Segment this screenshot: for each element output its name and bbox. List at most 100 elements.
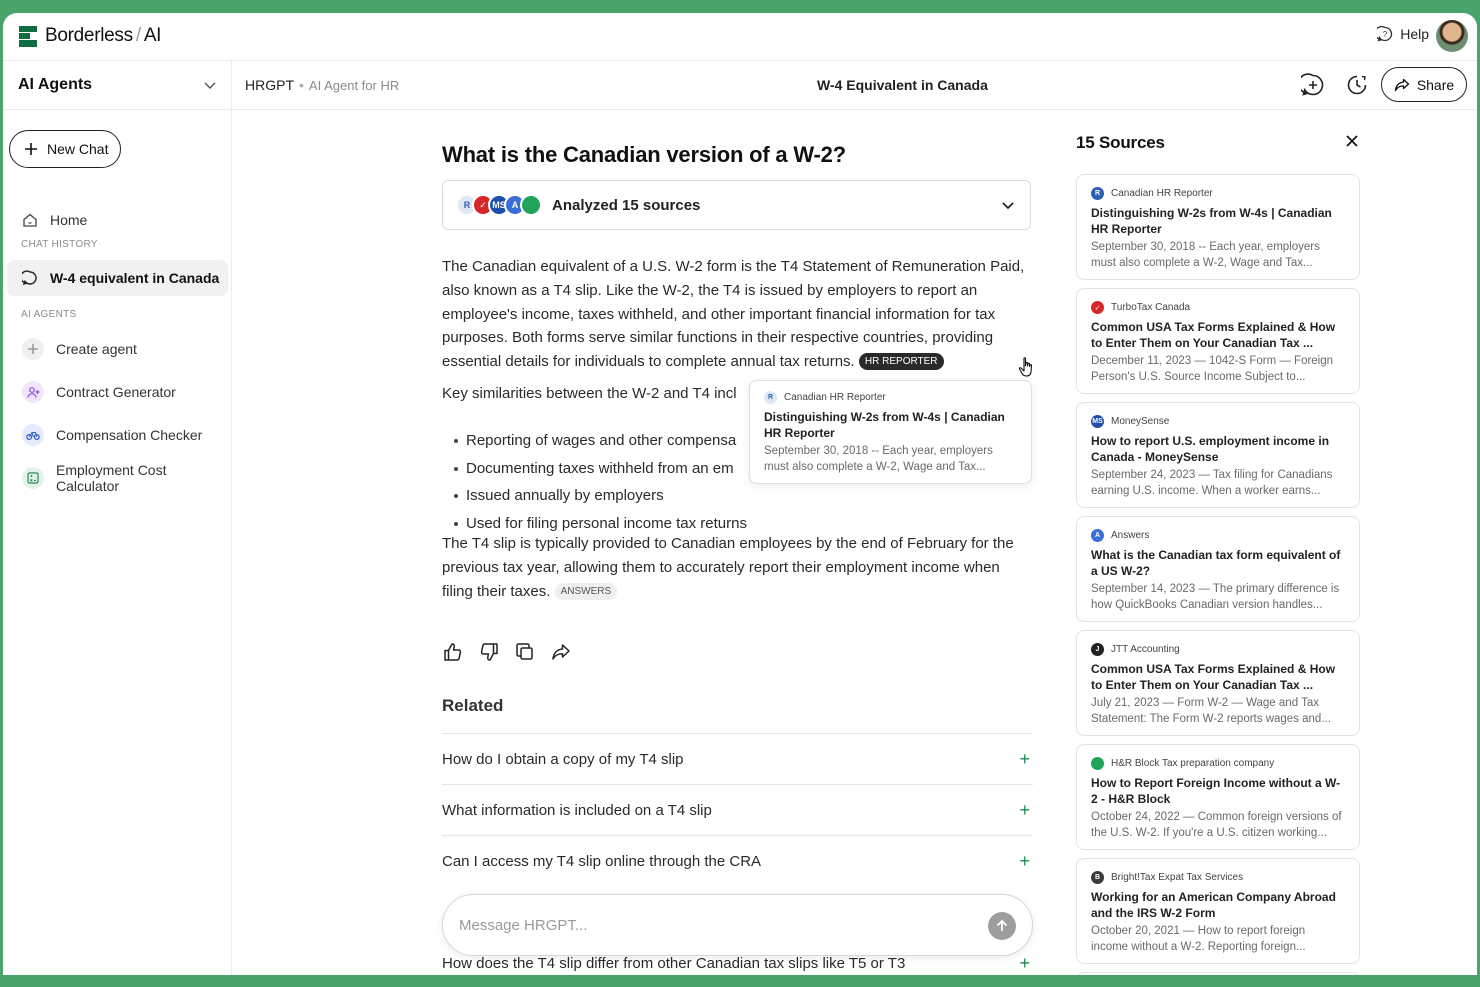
new-message-icon[interactable]: [1301, 73, 1325, 97]
share-icon: [1394, 78, 1409, 91]
answer-paragraph-3: The T4 slip is typically provided to Can…: [442, 532, 1032, 603]
related-question-text: Can I access my T4 slip online through t…: [442, 852, 762, 870]
breadcrumb: HRGPT • AI Agent for HR: [245, 77, 400, 93]
source-site: R Canadian HR Reporter: [1091, 187, 1345, 200]
sources-heading: 15 Sources: [1076, 133, 1165, 152]
source-snippet: September 24, 2023 — Tax filing for Cana…: [1091, 469, 1333, 497]
source-title: How to Report Foreign Income without a W…: [1091, 776, 1341, 806]
source-card[interactable]: MS MoneySense How to report U.S. employmen…: [1076, 402, 1360, 508]
related-question[interactable]: What information is included on a T4 sli…: [442, 784, 1033, 835]
plus-icon: +: [1019, 953, 1030, 973]
answer-panel: What is the Canadian version of a W-2? R…: [442, 110, 1034, 975]
new-chat-button[interactable]: New Chat: [9, 130, 121, 168]
source-card[interactable]: R Canadian HR Reporter Distinguishing W-2s…: [1076, 174, 1360, 280]
conversation-title: W-4 Equivalent in Canada: [817, 77, 988, 93]
chat-history-heading: CHAT HISTORY: [21, 239, 98, 250]
thumbs-up-icon[interactable]: [442, 641, 464, 663]
plus-icon: +: [1019, 850, 1030, 871]
sidebar: AI Agents New Chat Home CHAT HISTORY W-4…: [3, 61, 232, 975]
source-card[interactable]: J JTT Accounting Common USA Tax Forms Expl…: [1076, 630, 1360, 736]
source-favicon-icon: J: [1091, 643, 1104, 656]
top-bar: Borderless / AI ? Help: [3, 13, 1477, 61]
hover-card-site: R Canadian HR Reporter: [764, 391, 1017, 404]
related-question[interactable]: Can I access my T4 slip online through t…: [442, 835, 1033, 886]
history-icon[interactable]: [1345, 73, 1369, 97]
hr-reporter-icon: R: [764, 391, 777, 404]
source-card[interactable]: H&R Block Tax preparation company How to …: [1076, 744, 1360, 850]
list-item: Reporting of wages and other compensa: [454, 427, 747, 455]
hover-card-title: Distinguishing W-2s from W-4s | Canadian…: [764, 410, 1005, 440]
source-favicon-icon: R: [1091, 187, 1104, 200]
home-icon: [23, 213, 37, 227]
source-site-name: Bright!Tax Expat Tax Services: [1111, 872, 1244, 883]
source-site-name: JTT Accounting: [1111, 644, 1180, 655]
source-card[interactable]: A Answers What is the Canadian tax form eq…: [1076, 516, 1360, 622]
share-button[interactable]: Share: [1381, 67, 1467, 102]
close-icon[interactable]: [1345, 134, 1359, 148]
source-site-name: TurboTax Canada: [1111, 302, 1191, 313]
citation-hr-reporter[interactable]: HR REPORTER: [858, 353, 944, 371]
answer-paragraph-1: The Canadian equivalent of a U.S. W-2 fo…: [442, 255, 1032, 374]
sidebar-item-chat-w4-canada[interactable]: W-4 equivalent in Canada: [7, 260, 228, 296]
borderless-logo-icon: [19, 25, 37, 47]
hover-card-snippet: September 30, 2018 -- Each year, employe…: [764, 445, 993, 473]
source-title: What is the Canadian tax form equivalent…: [1091, 548, 1341, 578]
help-button[interactable]: ? Help: [1377, 26, 1429, 42]
agent-description: AI Agent for HR: [308, 78, 400, 93]
share-icon[interactable]: [550, 641, 572, 663]
plus-icon: +: [1019, 748, 1030, 769]
analyzed-sources-toggle[interactable]: R ✓ MS A Analyzed 15 sources: [442, 180, 1031, 230]
citation-answers[interactable]: ANSWERS: [554, 582, 618, 600]
plus-icon: [22, 338, 44, 360]
source-title: Common USA Tax Forms Explained & How to …: [1091, 662, 1336, 692]
copy-icon[interactable]: [514, 641, 536, 663]
user-plus-icon: [22, 381, 44, 403]
help-label: Help: [1400, 26, 1429, 42]
source-snippet: October 20, 2021 — How to report foreign…: [1091, 925, 1306, 953]
source-site-name: Answers: [1111, 530, 1150, 541]
chevron-down-icon: [1002, 202, 1014, 210]
source-card[interactable]: ✓ TurboTax Canada Common USA Tax Forms Exp…: [1076, 288, 1360, 394]
bicycle-icon: [22, 424, 44, 446]
source-site: MS MoneySense: [1091, 415, 1345, 428]
related-question-text: How does the T4 slip differ from other C…: [442, 955, 906, 972]
source-snippet: September 30, 2018 -- Each year, employe…: [1091, 241, 1320, 269]
help-icon: ?: [1377, 26, 1393, 42]
brand-logo[interactable]: Borderless / AI: [19, 25, 161, 47]
source-site-name: MoneySense: [1111, 416, 1170, 427]
source-favicon-icon: B: [1091, 871, 1104, 884]
sidebar-item-home[interactable]: Home: [7, 202, 228, 238]
send-button[interactable]: [988, 912, 1016, 940]
arrow-up-icon: [996, 919, 1008, 931]
similarities-list: Reporting of wages and other compensa Do…: [454, 427, 747, 537]
source-title: Distinguishing W-2s from W-4s | Canadian…: [1091, 206, 1332, 236]
source-favicon-icon: [1091, 757, 1104, 770]
message-input[interactable]: Message HRGPT...: [442, 894, 1033, 956]
related-question[interactable]: How do I obtain a copy of my T4 slip +: [442, 733, 1033, 784]
source-site: A Answers: [1091, 529, 1345, 542]
source-favicon-icon: ✓: [1091, 301, 1104, 314]
user-avatar[interactable]: [1436, 20, 1468, 52]
source-card[interactable]: [1076, 972, 1360, 975]
agents-dropdown[interactable]: AI Agents: [3, 61, 231, 110]
answer-actions: [442, 641, 572, 663]
sidebar-item-create-agent[interactable]: Create agent: [7, 331, 228, 367]
user-question: What is the Canadian version of a W-2?: [442, 142, 846, 167]
source-snippet: December 11, 2023 — 1042-S Form — Foreig…: [1091, 355, 1334, 383]
citation-hover-card[interactable]: R Canadian HR Reporter Distinguishing W-…: [749, 380, 1032, 484]
agent-name[interactable]: HRGPT: [245, 77, 294, 93]
sidebar-item-contract-generator[interactable]: Contract Generator: [7, 374, 228, 410]
sidebar-item-compensation-checker[interactable]: Compensation Checker: [7, 417, 228, 453]
message-placeholder: Message HRGPT...: [459, 916, 588, 934]
chevron-down-icon: [204, 82, 216, 90]
thumbs-down-icon[interactable]: [478, 641, 500, 663]
calculator-icon: [22, 467, 44, 489]
sidebar-item-employment-cost-calculator[interactable]: Employment Cost Calculator: [7, 460, 228, 496]
pointer-cursor-icon: [1018, 357, 1033, 377]
source-snippet: September 14, 2023 — The primary differe…: [1091, 583, 1340, 611]
source-card[interactable]: B Bright!Tax Expat Tax Services Working fo…: [1076, 858, 1360, 964]
app-window: Borderless / AI ? Help AI Agents New Chat …: [3, 13, 1477, 975]
source-favicon-icon: MS: [1091, 415, 1104, 428]
new-chat-label: New Chat: [47, 141, 109, 157]
employment-cost-calculator-label: Employment Cost Calculator: [56, 462, 167, 494]
